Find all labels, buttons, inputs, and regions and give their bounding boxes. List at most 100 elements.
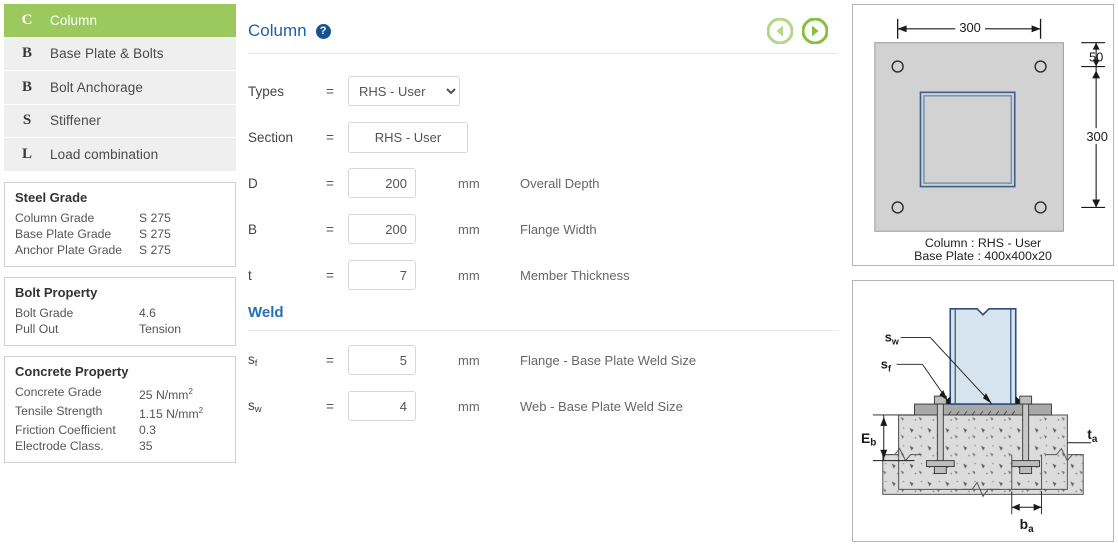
property-key: Base Plate Grade [15,226,112,241]
equals-sign: = [326,398,334,414]
elevation-view-svg: sw sf Eb ta ba [861,307,1098,535]
base-plate-plan-drawing: 300 50 300 Column : RHS - User Base Plat… [852,4,1114,266]
panel-navigation [767,18,838,44]
property-row: Electrode Class. 35 [15,438,225,454]
unit-label: mm [458,175,480,191]
overall-depth-row: D = mm Overall Depth [248,160,838,206]
property-row: Concrete Grade 25 N/mm2 [15,384,225,403]
section-label: Section [248,129,294,145]
app-root: C Column B Base Plate & Bolts B Bolt Anc… [0,0,1118,547]
equals-sign: = [326,175,334,191]
unit-label: mm [458,398,480,414]
web-weld-field [348,391,458,421]
sidebar-item-stiffener[interactable]: S Stiffener [4,104,236,138]
sidebar-item-label: Stiffener [50,113,101,129]
sidebar-item-label: Column [50,12,98,28]
types-field: RHS - User [348,76,460,106]
property-row: Pull Out Tension [15,321,225,337]
equals-sign: = [326,83,334,99]
property-row: Column Grade S 275 [15,210,225,226]
property-key: Pull Out [15,321,59,336]
sidebar-item-label: Load combination [50,146,159,162]
property-value: 1.15 N/mm2 [139,403,225,422]
web-weld-size-input[interactable] [348,391,416,421]
concrete-property-card: Concrete Property Concrete Grade 25 N/mm… [4,355,236,463]
section-value-button[interactable]: RHS - User [348,121,468,153]
property-value: S 275 [139,242,171,257]
property-value: 35 [139,438,153,453]
sidebar-item-load-combination[interactable]: L Load combination [4,138,236,172]
property-value: S 275 [139,226,171,241]
plan-view-svg: 300 50 300 Column : RHS - User Base Plat… [874,18,1112,263]
unit-label: mm [458,352,480,368]
symbol-subscript: f [254,357,258,369]
plan-dim-width: 300 [959,20,981,35]
unit-label: mm [458,221,480,237]
weld-section-heading: Weld [248,298,838,331]
symbol-base: s [248,351,255,367]
section-field: RHS - User [348,121,468,153]
card-title: Bolt Property [15,284,98,300]
types-row: Types = RHS - User [248,68,838,114]
elevation-label-eb: Eb [861,430,876,449]
flange-width-symbol: B [248,221,258,237]
property-value: 4.6 [139,305,156,320]
property-value: 0.3 [139,422,156,437]
plan-caption-column: Column : RHS - User [925,236,1041,250]
property-key: Column Grade [15,210,95,225]
equals-sign: = [326,221,334,237]
sidebar-item-bolt-anchorage[interactable]: B Bolt Anchorage [4,71,236,105]
property-value-text: 1.15 N/mm [139,406,199,421]
column-icon: C [21,11,33,28]
overall-depth-input[interactable] [348,168,416,198]
member-thickness-symbol: t [248,267,252,283]
flange-width-input[interactable] [348,214,416,244]
unit-label: mm [458,267,480,283]
bolt-anchorage-icon: B [21,78,32,95]
overall-depth-field [348,168,458,198]
flange-weld-size-input[interactable] [348,345,416,375]
card-title: Steel Grade [15,189,88,205]
main-panel: Column ? Types = RHS - User Section = RH… [248,18,838,429]
field-description: Flange - Base Plate Weld Size [520,352,697,368]
property-key: Electrode Class. [15,438,104,453]
property-key: Anchor Plate Grade [15,242,123,257]
symbol-base: s [248,397,255,413]
elevation-label-ta: ta [1087,426,1098,445]
sidebar-item-base-plate-bolts[interactable]: B Base Plate & Bolts [4,37,236,71]
property-row: Bolt Grade 4.6 [15,305,225,321]
previous-arrow-icon[interactable] [767,18,793,44]
property-key: Friction Coefficient [15,422,116,437]
sidebar-item-label: Base Plate & Bolts [50,46,164,62]
plan-caption-base-plate: Base Plate : 400x400x20 [914,249,1052,263]
help-icon[interactable]: ? [315,23,331,39]
equals-sign: = [326,352,334,368]
elevation-label-ba: ba [1020,516,1034,535]
card-title: Concrete Property [15,363,129,379]
superscript: 2 [198,405,204,415]
property-value: Tension [139,321,182,336]
page-title: Column [248,21,307,40]
sidebar-item-label: Bolt Anchorage [50,79,143,95]
field-description: Overall Depth [520,175,600,191]
property-row: Friction Coefficient 0.3 [15,422,225,438]
next-arrow-icon[interactable] [802,18,828,44]
member-thickness-field [348,260,458,290]
web-weld-symbol: sw [248,398,326,415]
superscript: 2 [188,386,193,396]
property-value-text: 25 N/mm [139,387,189,402]
elevation-label-sw: sw [885,330,899,347]
member-thickness-input[interactable] [348,260,416,290]
types-select[interactable]: RHS - User [348,76,460,106]
equals-sign: = [326,129,334,145]
overall-depth-symbol: D [248,175,258,191]
flange-weld-field [348,345,458,375]
bolt-property-card: Bolt Property Bolt Grade 4.6 Pull Out Te… [4,276,236,346]
property-row: Base Plate Grade S 275 [15,226,225,242]
property-key: Bolt Grade [15,305,74,320]
load-combination-icon: L [21,145,32,162]
sidebar-item-column[interactable]: C Column [4,4,236,38]
property-key: Concrete Grade [15,384,102,399]
web-weld-row: sw = mm Web - Base Plate Weld Size [248,383,838,429]
field-description: Member Thickness [520,267,630,283]
